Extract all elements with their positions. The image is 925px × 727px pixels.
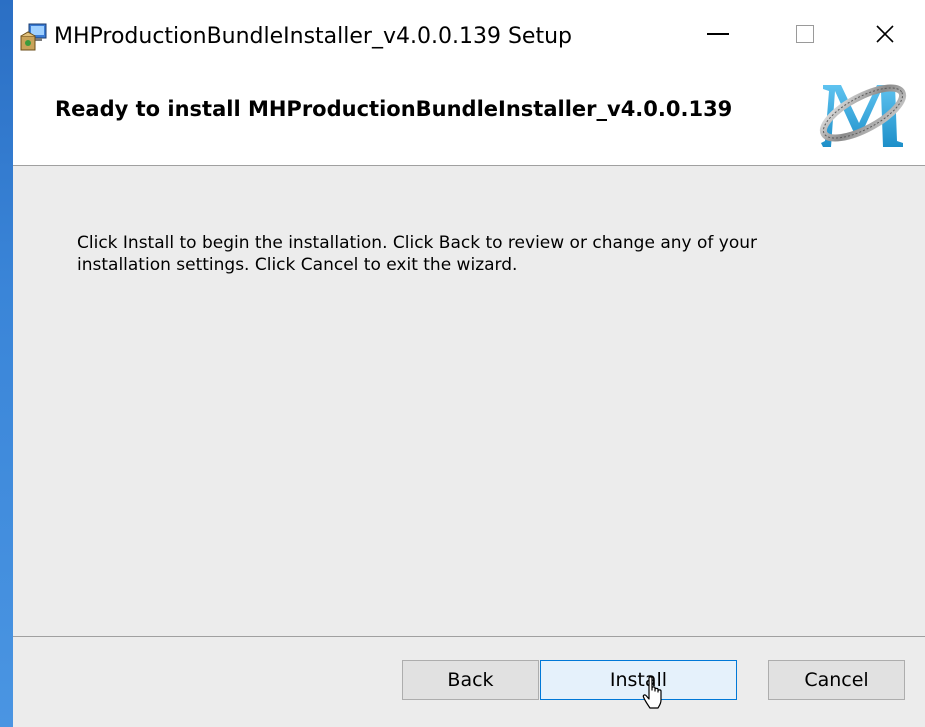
wizard-header: Ready to install MHProductionBundleInsta… bbox=[13, 73, 925, 166]
minimize-button[interactable] bbox=[683, 0, 753, 60]
cancel-button[interactable]: Cancel bbox=[768, 660, 905, 700]
install-button[interactable]: Install bbox=[540, 660, 737, 700]
installer-icon bbox=[20, 23, 47, 51]
setup-window: MHProductionBundleInstaller_v4.0.0.139 S… bbox=[0, 0, 925, 727]
wizard-footer: Back Install Cancel bbox=[13, 637, 925, 727]
close-icon bbox=[876, 25, 894, 43]
page-title: Ready to install MHProductionBundleInsta… bbox=[55, 97, 733, 121]
wizard-content: Click Install to begin the installation.… bbox=[13, 166, 925, 636]
window-title: MHProductionBundleInstaller_v4.0.0.139 S… bbox=[54, 24, 572, 49]
minimize-icon bbox=[707, 33, 729, 35]
maximize-icon bbox=[796, 25, 814, 43]
desktop-edge bbox=[0, 0, 13, 727]
instructions-text: Click Install to begin the installation.… bbox=[77, 233, 757, 275]
title-bar[interactable]: MHProductionBundleInstaller_v4.0.0.139 S… bbox=[13, 0, 925, 73]
maximize-button[interactable] bbox=[770, 0, 840, 60]
mh-logo bbox=[819, 84, 907, 147]
close-button[interactable] bbox=[850, 0, 920, 60]
back-button[interactable]: Back bbox=[402, 660, 539, 700]
